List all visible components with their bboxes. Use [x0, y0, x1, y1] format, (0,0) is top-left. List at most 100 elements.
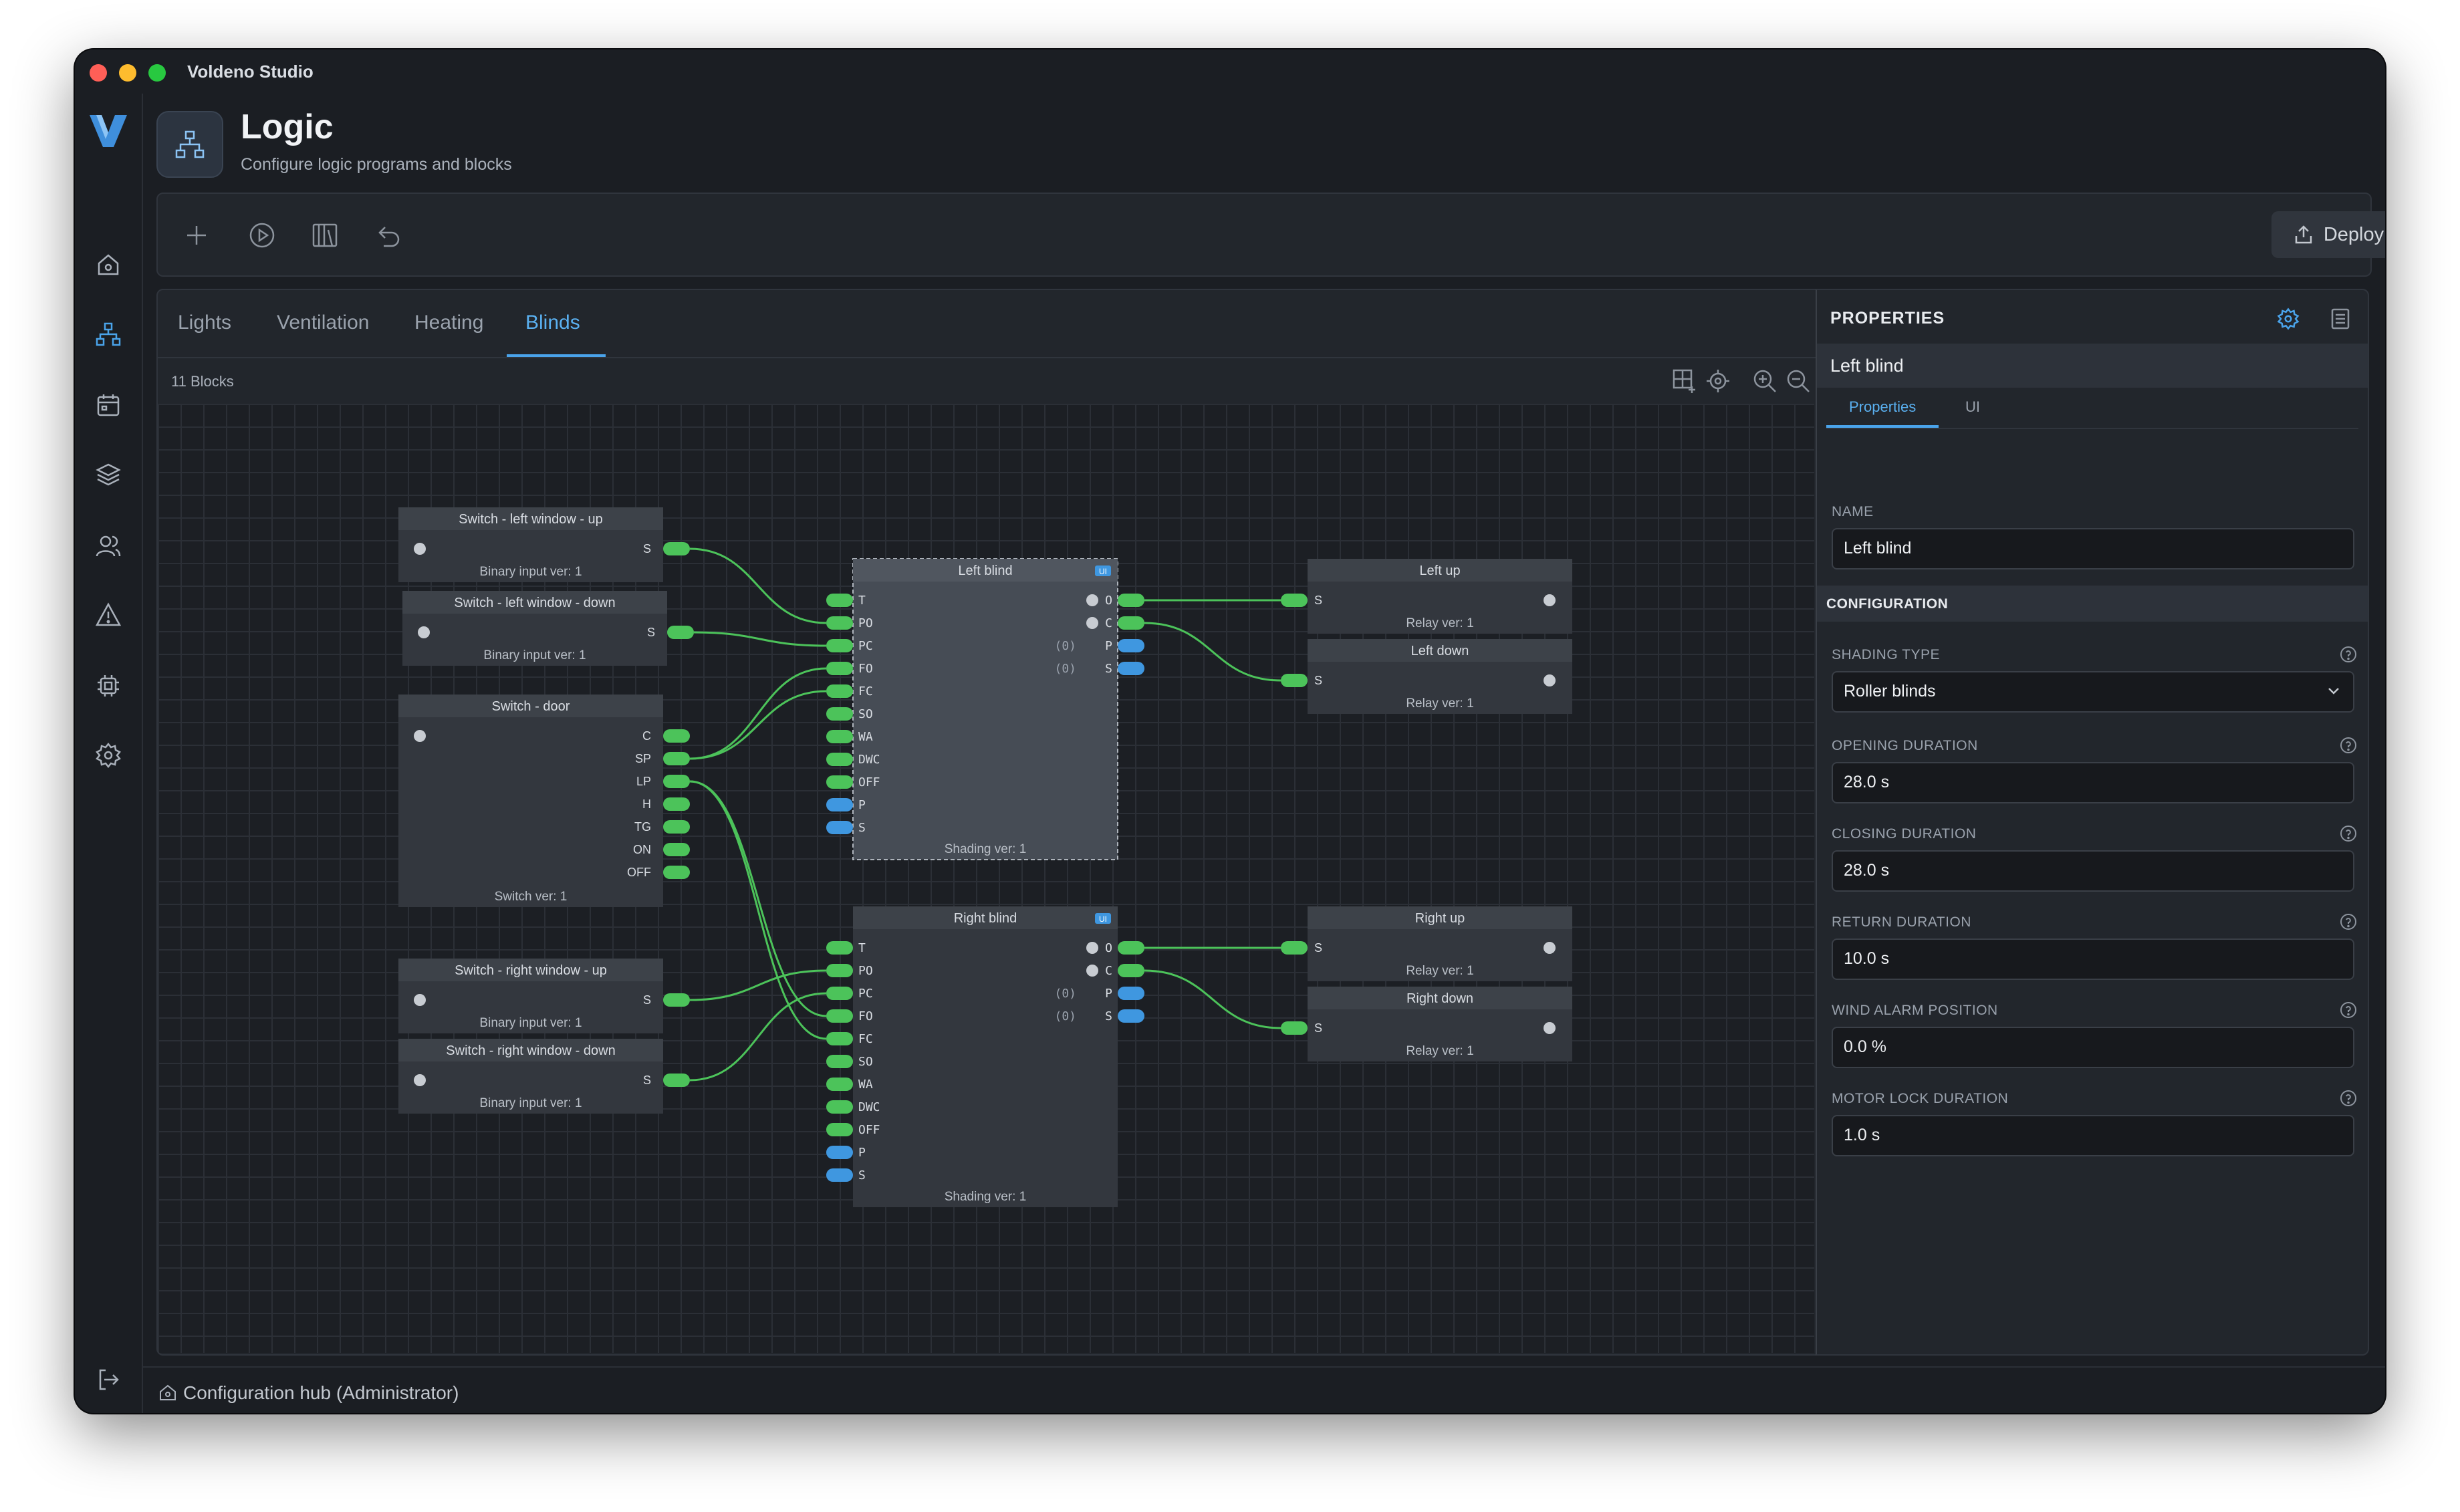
- alert-icon[interactable]: [95, 602, 122, 628]
- opening-duration-field[interactable]: 28.0 s: [1832, 762, 2354, 803]
- maximize-window-button[interactable]: [148, 64, 166, 82]
- tab-lights[interactable]: Lights: [178, 311, 231, 334]
- home-icon[interactable]: [95, 251, 122, 278]
- output-port-lp[interactable]: [663, 775, 690, 788]
- output-port-h[interactable]: [663, 797, 690, 811]
- input-port-s[interactable]: [1281, 941, 1308, 955]
- help-icon[interactable]: [2340, 825, 2357, 842]
- input-port-fc[interactable]: [826, 1032, 853, 1045]
- help-icon[interactable]: [2340, 646, 2357, 663]
- input-port-s[interactable]: [826, 821, 853, 834]
- list-icon[interactable]: [2329, 307, 2352, 330]
- motor-lock-duration-field[interactable]: 1.0 s: [1832, 1115, 2354, 1156]
- input-port-wa[interactable]: [826, 730, 853, 743]
- input-port-fo[interactable]: [826, 1009, 853, 1023]
- output-port-s[interactable]: [663, 1074, 690, 1087]
- library-button[interactable]: [309, 219, 341, 251]
- output-port-off[interactable]: [663, 866, 690, 879]
- help-icon[interactable]: [2340, 1090, 2357, 1107]
- input-port-pc[interactable]: [826, 639, 853, 652]
- input-port-pc[interactable]: [826, 987, 853, 1000]
- output-port-s[interactable]: [1118, 662, 1144, 675]
- block-graph[interactable]: Switch - left window - up Binary input ve…: [158, 404, 1814, 1353]
- users-icon[interactable]: [95, 532, 122, 559]
- output-port-c[interactable]: [663, 729, 690, 743]
- input-port-dwc[interactable]: [826, 1100, 853, 1114]
- output-port-on[interactable]: [663, 843, 690, 856]
- output-port-s[interactable]: [1118, 1009, 1144, 1023]
- block-left-up[interactable]: Left up Relay ver: 1 S: [1281, 559, 1572, 634]
- close-window-button[interactable]: [90, 64, 107, 82]
- output-port-o[interactable]: [1118, 594, 1144, 607]
- input-port-so[interactable]: [826, 1055, 853, 1068]
- zoom-out-icon[interactable]: [1785, 368, 1812, 394]
- logic-icon[interactable]: [95, 321, 122, 348]
- output-port-s[interactable]: [667, 626, 694, 639]
- help-icon[interactable]: [2340, 913, 2357, 930]
- input-port-t[interactable]: [826, 594, 853, 607]
- input-port-off[interactable]: [826, 1123, 853, 1136]
- input-port-s[interactable]: [1281, 674, 1308, 687]
- run-button[interactable]: [246, 219, 278, 251]
- name-field[interactable]: Left blind: [1832, 528, 2354, 570]
- input-port-off[interactable]: [826, 775, 853, 789]
- return-duration-field[interactable]: 10.0 s: [1832, 938, 2354, 980]
- voldeno-logo[interactable]: [87, 110, 130, 152]
- input-port-s[interactable]: [1281, 1021, 1308, 1035]
- block-body[interactable]: [853, 906, 1118, 1207]
- tab-ventilation[interactable]: Ventilation: [277, 311, 369, 334]
- input-port-wa[interactable]: [826, 1078, 853, 1091]
- block-left-down[interactable]: Left down Relay ver: 1 S: [1281, 639, 1572, 714]
- input-port-fo[interactable]: [826, 662, 853, 675]
- output-port-sp[interactable]: [663, 752, 690, 765]
- block-left-blind[interactable]: Left blind UIShading ver: 1TPOPCFOFCSOWAD…: [826, 558, 1144, 860]
- block-sw-left-down[interactable]: Switch - left window - down Binary input …: [402, 591, 694, 666]
- layers-icon[interactable]: [95, 461, 122, 488]
- input-port-so[interactable]: [826, 707, 853, 721]
- output-port-p[interactable]: [1118, 639, 1144, 652]
- output-port-o[interactable]: [1118, 941, 1144, 955]
- block-body[interactable]: [398, 695, 663, 907]
- block-body[interactable]: [852, 558, 1118, 860]
- closing-duration-field[interactable]: 28.0 s: [1832, 850, 2354, 892]
- input-port-p[interactable]: [826, 1146, 853, 1159]
- output-port-tg[interactable]: [663, 820, 690, 834]
- chip-icon[interactable]: [95, 672, 122, 699]
- block-sw-door[interactable]: Switch - door Switch ver: 1 C SP LP H TG ON OFF: [398, 695, 690, 907]
- help-icon[interactable]: [2340, 1001, 2357, 1019]
- input-port-po[interactable]: [826, 964, 853, 977]
- input-port-s[interactable]: [1281, 594, 1308, 607]
- tab-heating[interactable]: Heating: [414, 311, 483, 334]
- minimize-window-button[interactable]: [119, 64, 136, 82]
- target-icon[interactable]: [1705, 368, 1731, 394]
- tab-ui[interactable]: UI: [1965, 398, 1980, 416]
- undo-button[interactable]: [372, 219, 404, 251]
- input-port-p[interactable]: [826, 798, 853, 811]
- output-port-c[interactable]: [1118, 616, 1144, 630]
- settings-icon[interactable]: [95, 742, 122, 769]
- logout-icon[interactable]: [95, 1366, 122, 1393]
- logic-canvas[interactable]: Switch - left window - up Binary input ve…: [158, 404, 1814, 1353]
- add-block-button[interactable]: [180, 219, 213, 251]
- block-right-down[interactable]: Right down Relay ver: 1 S: [1281, 987, 1572, 1061]
- gear-icon[interactable]: [2277, 307, 2300, 330]
- block-sw-right-down[interactable]: Switch - right window - down Binary input…: [398, 1039, 690, 1114]
- help-icon[interactable]: [2340, 737, 2357, 754]
- tab-properties[interactable]: Properties: [1849, 398, 1916, 416]
- block-sw-right-up[interactable]: Switch - right window - up Binary input v…: [398, 959, 690, 1033]
- block-sw-left-up[interactable]: Switch - left window - up Binary input ve…: [398, 507, 690, 582]
- input-port-po[interactable]: [826, 616, 853, 630]
- input-port-t[interactable]: [826, 941, 853, 955]
- calendar-icon[interactable]: [95, 392, 122, 418]
- block-right-up[interactable]: Right up Relay ver: 1 S: [1281, 906, 1572, 981]
- input-port-dwc[interactable]: [826, 753, 853, 766]
- input-port-s[interactable]: [826, 1168, 853, 1182]
- output-port-s[interactable]: [663, 993, 690, 1007]
- wind-alarm-position-field[interactable]: 0.0 %: [1832, 1027, 2354, 1068]
- zoom-in-icon[interactable]: [1751, 368, 1778, 394]
- add-grid-icon[interactable]: [1671, 368, 1698, 394]
- output-port-c[interactable]: [1118, 964, 1144, 977]
- deploy-button[interactable]: Deploy: [2271, 211, 2385, 258]
- output-port-p[interactable]: [1118, 987, 1144, 1000]
- input-port-fc[interactable]: [826, 684, 853, 698]
